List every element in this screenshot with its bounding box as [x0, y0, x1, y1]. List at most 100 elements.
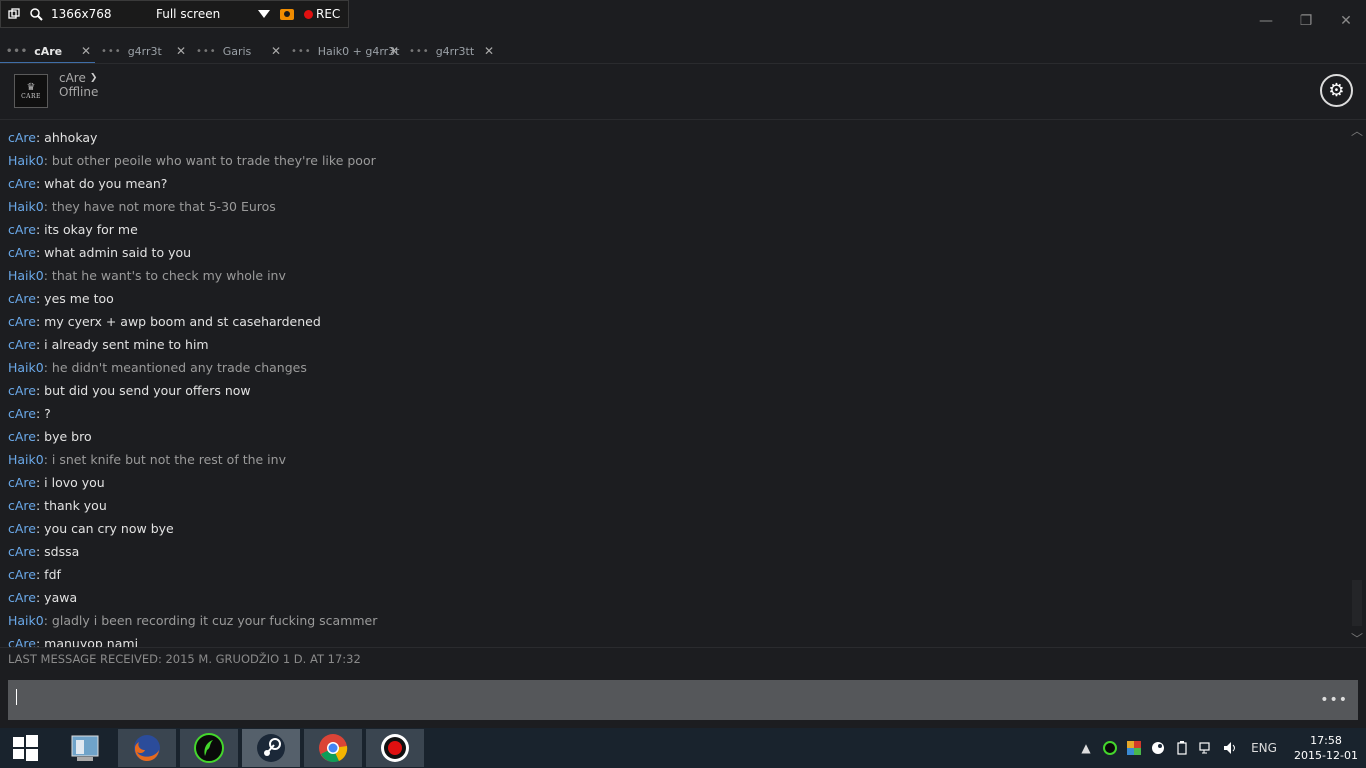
message-author[interactable]: cAre: [8, 245, 36, 260]
chat-message: cAre: bye bro: [8, 428, 92, 446]
volume-tray-icon[interactable]: [1218, 728, 1242, 768]
colorful-app-tray-icon[interactable]: [1122, 728, 1146, 768]
capture-mode-select[interactable]: Full screen: [156, 7, 256, 21]
message-author[interactable]: cAre: [8, 314, 36, 329]
chat-message: cAre: but did you send your offers now: [8, 382, 251, 400]
message-author[interactable]: cAre: [8, 337, 36, 352]
chat-message: cAre: what admin said to you: [8, 244, 191, 262]
tab-g4rr3tt[interactable]: ••• g4rr3tt ✕: [403, 40, 498, 62]
taskbar-file-manager[interactable]: [56, 729, 114, 767]
message-text: fdf: [44, 567, 61, 582]
clock-time: 17:58: [1310, 734, 1342, 747]
taskbar-firefox[interactable]: [118, 729, 176, 767]
message-separator: :: [43, 153, 52, 168]
message-author[interactable]: Haik0: [8, 268, 44, 283]
message-separator: :: [35, 291, 45, 306]
username-dropdown[interactable]: cAre ❯: [59, 71, 97, 85]
gear-icon: ⚙: [1328, 80, 1345, 101]
message-author[interactable]: cAre: [8, 567, 36, 582]
text-caret: [16, 689, 17, 705]
message-author[interactable]: Haik0: [8, 613, 44, 628]
record-dot-icon[interactable]: [304, 9, 313, 19]
message-text: you can cry now bye: [44, 521, 174, 536]
taskbar-razer[interactable]: [180, 729, 238, 767]
scroll-up-icon[interactable]: ︿: [1351, 122, 1363, 139]
magnifier-icon[interactable]: [27, 5, 45, 23]
scrollbar-thumb[interactable]: [1352, 580, 1362, 626]
message-author[interactable]: Haik0: [8, 199, 44, 214]
tab-grip-icon: •••: [6, 45, 29, 57]
chat-message: Haik0: i snet knife but not the rest of …: [8, 451, 286, 469]
settings-gear-button[interactable]: ⚙: [1320, 74, 1353, 107]
chat-message: cAre: yawa: [8, 589, 77, 607]
message-text: ?: [44, 406, 51, 421]
username: cAre: [59, 71, 86, 85]
restore-button[interactable]: ❐: [1286, 8, 1326, 34]
tab-garis[interactable]: ••• Garis ✕: [190, 40, 285, 62]
tab-haik0-g4rr3t[interactable]: ••• Haik0 + g4rr3t ✕: [285, 40, 403, 62]
camera-icon[interactable]: [280, 8, 294, 20]
taskbar-recorder[interactable]: [366, 729, 424, 767]
razer-tray-icon[interactable]: [1098, 728, 1122, 768]
steam-tray-icon[interactable]: [1146, 728, 1170, 768]
message-separator: :: [35, 222, 45, 237]
message-author[interactable]: cAre: [8, 636, 36, 647]
close-window-button[interactable]: ✕: [1326, 8, 1366, 34]
message-author[interactable]: cAre: [8, 130, 36, 145]
message-author[interactable]: Haik0: [8, 153, 44, 168]
taskbar-chrome[interactable]: [304, 729, 362, 767]
tab-close-icon[interactable]: ✕: [484, 44, 494, 58]
message-author[interactable]: cAre: [8, 590, 36, 605]
more-options-button[interactable]: •••: [1320, 692, 1348, 708]
language-indicator[interactable]: ENG: [1242, 728, 1286, 768]
taskbar-steam[interactable]: [242, 729, 300, 767]
minimize-button[interactable]: —: [1246, 8, 1286, 34]
chevron-down-icon: ❯: [89, 73, 98, 83]
message-separator: :: [35, 176, 45, 191]
tab-close-icon[interactable]: ✕: [176, 44, 186, 58]
tab-close-icon[interactable]: ✕: [389, 44, 399, 58]
message-author[interactable]: cAre: [8, 498, 36, 513]
message-text: i lovo you: [44, 475, 105, 490]
rec-label[interactable]: REC: [316, 7, 340, 21]
chat-message: Haik0: but other peoile who want to trad…: [8, 152, 376, 170]
message-author[interactable]: Haik0: [8, 452, 44, 467]
message-text: yes me too: [44, 291, 114, 306]
message-input[interactable]: [8, 680, 1308, 720]
message-author[interactable]: cAre: [8, 521, 36, 536]
message-text: ahhokay: [44, 130, 98, 145]
window-icon[interactable]: [5, 5, 23, 23]
tray-expand-icon[interactable]: ▲: [1074, 728, 1098, 768]
window-controls: — ❐ ✕: [1246, 8, 1366, 34]
message-author[interactable]: cAre: [8, 383, 36, 398]
tab-g4rr3t[interactable]: ••• g4rr3t ✕: [95, 40, 190, 62]
message-author[interactable]: cAre: [8, 475, 36, 490]
message-input-box[interactable]: •••: [8, 680, 1358, 720]
message-separator: :: [35, 498, 45, 513]
clock[interactable]: 17:58 2015-12-01: [1286, 733, 1366, 763]
message-author[interactable]: cAre: [8, 406, 36, 421]
message-author[interactable]: cAre: [8, 429, 36, 444]
message-separator: :: [43, 268, 52, 283]
message-author[interactable]: cAre: [8, 176, 36, 191]
message-separator: :: [35, 521, 45, 536]
tab-care[interactable]: ••• cAre ✕: [0, 40, 95, 64]
message-author[interactable]: cAre: [8, 544, 36, 559]
message-author[interactable]: cAre: [8, 222, 36, 237]
tab-close-icon[interactable]: ✕: [271, 44, 281, 58]
chat-message: Haik0: that he want's to check my whole …: [8, 267, 286, 285]
message-text: i already sent mine to him: [44, 337, 209, 352]
chat-message: cAre: you can cry now bye: [8, 520, 174, 538]
tab-close-icon[interactable]: ✕: [81, 44, 91, 58]
network-tray-icon[interactable]: [1194, 728, 1218, 768]
dropdown-arrow-icon[interactable]: [258, 10, 270, 18]
windows-start-button[interactable]: [0, 728, 50, 768]
chat-message: cAre: i already sent mine to him: [8, 336, 209, 354]
taskbar: ▲ ENG 17:58 2015-12-01: [0, 728, 1366, 768]
message-author[interactable]: cAre: [8, 291, 36, 306]
avatar[interactable]: ♛ CARE: [14, 74, 48, 108]
windows-logo-icon: [13, 735, 38, 761]
message-author[interactable]: Haik0: [8, 360, 44, 375]
power-tray-icon[interactable]: [1170, 728, 1194, 768]
scroll-down-icon[interactable]: ﹀: [1351, 630, 1363, 647]
